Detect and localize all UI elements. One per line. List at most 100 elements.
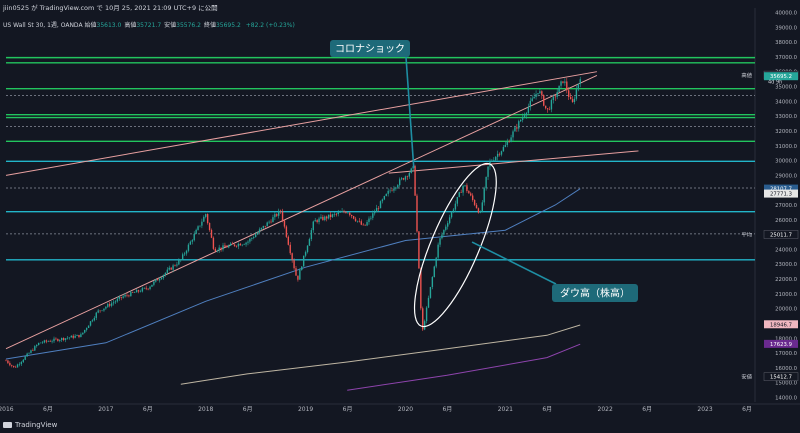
candle-body [241,244,243,246]
candle-body [518,121,520,129]
candle-body [548,109,551,110]
candle-body [208,222,211,230]
candle-body [203,216,205,222]
candle-body [343,211,345,213]
candle-body [318,218,320,223]
candle-body [276,214,278,216]
candle-body [324,216,326,221]
candle-body [68,337,71,339]
candle-body [155,279,157,282]
candle-body [91,320,94,322]
candle-body [429,286,432,298]
candle-body [249,238,251,242]
candle-body [372,213,374,218]
candle-body [404,176,407,180]
candle-body [345,212,347,213]
price-chart[interactable]: 40000.039000.038000.037000.036000.035000… [0,0,800,433]
highlight-ellipse [413,162,497,328]
candle-body [185,250,188,254]
x-tick-label: 6月 [243,406,253,413]
candle-body [9,362,11,366]
candle-body [487,166,489,177]
candle-body [523,115,526,117]
candle-body [525,112,528,116]
candle-body [464,185,466,186]
candle-body [74,335,76,338]
candle-body [281,211,284,221]
candle-body [285,226,288,237]
candle-body [251,237,253,239]
footer-brand: TradingView [3,421,57,429]
candle-body [82,332,84,335]
candle-body [362,224,364,226]
candle-body [132,292,134,293]
candle-body [352,216,355,219]
candle-body [206,214,209,223]
candle-body [139,291,142,293]
candle-body [568,90,570,97]
candle-body [554,96,556,98]
candle-body [64,338,67,340]
y-tick-label: 29000.0 [775,173,798,179]
candle-body [89,321,92,326]
candle-body [53,338,55,342]
candle-body [427,297,430,308]
candle-body [385,193,387,197]
candle-body [470,193,472,196]
callout-text: ダウ高（株高） [560,287,630,300]
candle-body [149,286,151,289]
candle-body [278,210,280,216]
callout-arrow [405,56,415,169]
candle-body [539,91,541,94]
candle-body [220,247,222,250]
y-tick-label: 34000.0 [775,99,798,105]
candle-body [289,244,291,254]
candle-body [571,99,574,103]
candle-body [72,335,74,338]
candle-body [370,217,372,219]
candle-body [262,225,265,228]
candle-body [216,250,218,252]
candle-body [76,334,78,336]
y-tick-label: 21000.0 [775,292,798,298]
candle-body [28,352,30,354]
candle-body [95,312,97,318]
candle-body [514,127,516,132]
candle-body [473,200,476,205]
candle-body [157,279,159,281]
candle-body [546,108,549,110]
candle-body [228,245,230,248]
candle-body [193,233,195,241]
candle-body [541,91,543,96]
candle-body [495,156,497,161]
candle-body [178,260,180,265]
candle-body [418,231,420,269]
candle-body [395,187,397,189]
candle-body [189,241,192,245]
candle-body [293,260,295,269]
candle-body [381,199,384,202]
candle-body [66,337,69,339]
candle-body [174,265,176,266]
moving-average-line [5,188,581,360]
candle-body [218,247,220,251]
candle-body [552,96,555,101]
candle-body [295,268,297,276]
brand-text: TradingView [15,421,58,429]
candle-body [201,221,203,226]
candle-body [214,248,217,252]
y-tick-label: 23000.0 [775,262,798,268]
candle-body [320,216,322,219]
candle-body [560,81,562,86]
candle-body [264,225,266,227]
candle-body [379,201,382,209]
candle-body [543,95,545,106]
candle-body [224,245,226,247]
candle-body [97,310,99,313]
candle-body [500,151,503,155]
candle-body [414,166,416,196]
candle-body [212,237,215,249]
tradingview-logo-icon [3,422,12,428]
candle-body [577,83,580,90]
candle-body [304,252,307,256]
